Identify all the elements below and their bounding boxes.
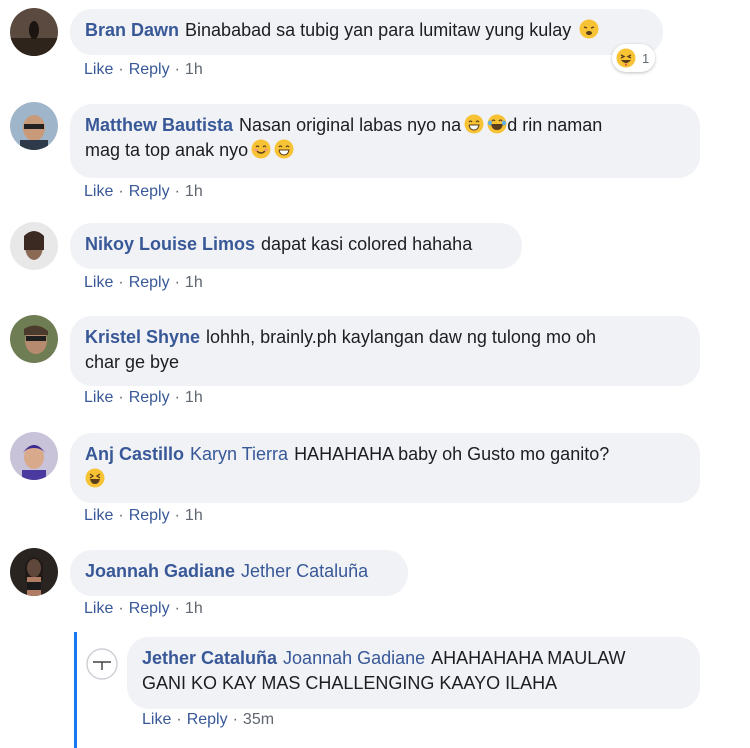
avatar[interactable] [10, 8, 58, 56]
squinting-laugh-emoji-icon [85, 468, 105, 488]
separator-dot: · [118, 274, 124, 291]
separator-dot: · [118, 389, 124, 406]
comment-text: dapat kasi colored hahaha [261, 234, 473, 254]
timestamp[interactable]: 35m [243, 711, 274, 728]
separator-dot: · [118, 61, 124, 78]
smiling-emoji-icon [251, 139, 271, 159]
reply-link[interactable]: Reply [129, 274, 170, 291]
comment-bubble: Bran Dawn Binababad sa tubig yan para lum… [70, 9, 663, 55]
grinning-emoji-icon [464, 114, 484, 134]
laughing-tears-emoji-icon [487, 114, 507, 134]
separator-dot: · [232, 711, 238, 728]
timestamp[interactable]: 1h [185, 600, 203, 617]
like-link[interactable]: Like [84, 61, 113, 78]
comment-author[interactable]: Kristel Shyne [85, 327, 200, 347]
avatar[interactable] [10, 222, 58, 270]
comment-text: Nasan original labas nyo na [239, 115, 462, 135]
timestamp[interactable]: 1h [185, 389, 203, 406]
reaction-count: 1 [642, 50, 650, 66]
comment-author[interactable]: Nikoy Louise Limos [85, 234, 255, 254]
comment-author[interactable]: Anj Castillo [85, 444, 184, 464]
reply-link[interactable]: Reply [129, 389, 170, 406]
comment-text-line2: char ge bye [85, 352, 180, 372]
avatar[interactable] [10, 432, 58, 480]
comment-actions: Like · Reply · 1h [84, 600, 203, 618]
avatar[interactable] [10, 548, 58, 596]
reply-link[interactable]: Reply [129, 61, 170, 78]
avatar[interactable] [86, 648, 118, 680]
timestamp[interactable]: 1h [185, 183, 203, 200]
comment-text-continued: d rin naman [507, 115, 603, 135]
reply-thread-line [74, 632, 77, 748]
comment-actions: Like · Reply · 1h [84, 507, 203, 525]
comment-text: AHAHAHAHA MAULAW [431, 648, 626, 668]
comment-text-line2: GANI KO KAY MAS CHALLENGING KAAYO ILAHA [142, 673, 558, 693]
haha-reaction-icon [616, 48, 636, 68]
mentioned-user[interactable]: Joannah Gadiane [283, 648, 425, 668]
timestamp[interactable]: 1h [185, 274, 203, 291]
comment-bubble: Nikoy Louise Limos dapat kasi colored hah… [70, 223, 522, 269]
comment-text-line2: mag ta top anak nyo [85, 140, 249, 160]
comment-author[interactable]: Bran Dawn [85, 20, 179, 40]
comment-actions: Like · Reply · 1h [84, 183, 203, 201]
separator-dot: · [174, 274, 180, 291]
separator-dot: · [174, 600, 180, 617]
separator-dot: · [174, 389, 180, 406]
separator-dot: · [174, 183, 180, 200]
separator-dot: · [118, 507, 124, 524]
reaction-summary[interactable]: 1 [612, 44, 656, 72]
comment-actions: Like · Reply · 1h [84, 389, 203, 407]
timestamp[interactable]: 1h [185, 61, 203, 78]
reply-link[interactable]: Reply [129, 507, 170, 524]
avatar[interactable] [10, 102, 58, 150]
reply-link[interactable]: Reply [187, 711, 228, 728]
mentioned-user[interactable]: Karyn Tierra [190, 444, 288, 464]
comment-author[interactable]: Jether Cataluña [142, 648, 277, 668]
comment-author[interactable]: Joannah Gadiane [85, 561, 235, 581]
like-link[interactable]: Like [84, 274, 113, 291]
comment-author[interactable]: Matthew Bautista [85, 115, 233, 135]
like-link[interactable]: Like [84, 600, 113, 617]
separator-dot: · [118, 183, 124, 200]
comment-actions: Like · Reply · 35m [142, 711, 274, 729]
comment-bubble: Jether Cataluña Joannah Gadiane AHAHAHAHA … [127, 637, 700, 709]
reply-link[interactable]: Reply [129, 183, 170, 200]
reply-link[interactable]: Reply [129, 600, 170, 617]
comment-text: Binababad sa tubig yan para lumitaw yung… [185, 20, 572, 40]
comment-bubble: Matthew Bautista Nasan original labas nyo… [70, 104, 700, 178]
avatar[interactable] [10, 315, 58, 363]
separator-dot: · [176, 711, 182, 728]
like-link[interactable]: Like [142, 711, 171, 728]
like-link[interactable]: Like [84, 389, 113, 406]
comment-actions: Like · Reply · 1h [84, 61, 203, 79]
comment-bubble: Anj Castillo Karyn Tierra HAHAHAHA baby oh… [70, 433, 700, 503]
comment-bubble: Kristel Shyne lohhh, brainly.ph kaylangan… [70, 316, 700, 386]
timestamp[interactable]: 1h [185, 507, 203, 524]
separator-dot: · [118, 600, 124, 617]
separator-dot: · [174, 61, 180, 78]
like-link[interactable]: Like [84, 507, 113, 524]
tired-face-emoji-icon [579, 19, 599, 39]
comment-bubble: Joannah Gadiane Jether Cataluña [70, 550, 408, 596]
mentioned-user[interactable]: Jether Cataluña [241, 561, 368, 581]
separator-dot: · [174, 507, 180, 524]
comment-text: lohhh, brainly.ph kaylangan daw ng tulon… [206, 327, 596, 347]
grinning-emoji-icon [274, 139, 294, 159]
comment-actions: Like · Reply · 1h [84, 274, 203, 292]
comment-text: HAHAHAHA baby oh Gusto mo ganito? [294, 444, 610, 464]
like-link[interactable]: Like [84, 183, 113, 200]
